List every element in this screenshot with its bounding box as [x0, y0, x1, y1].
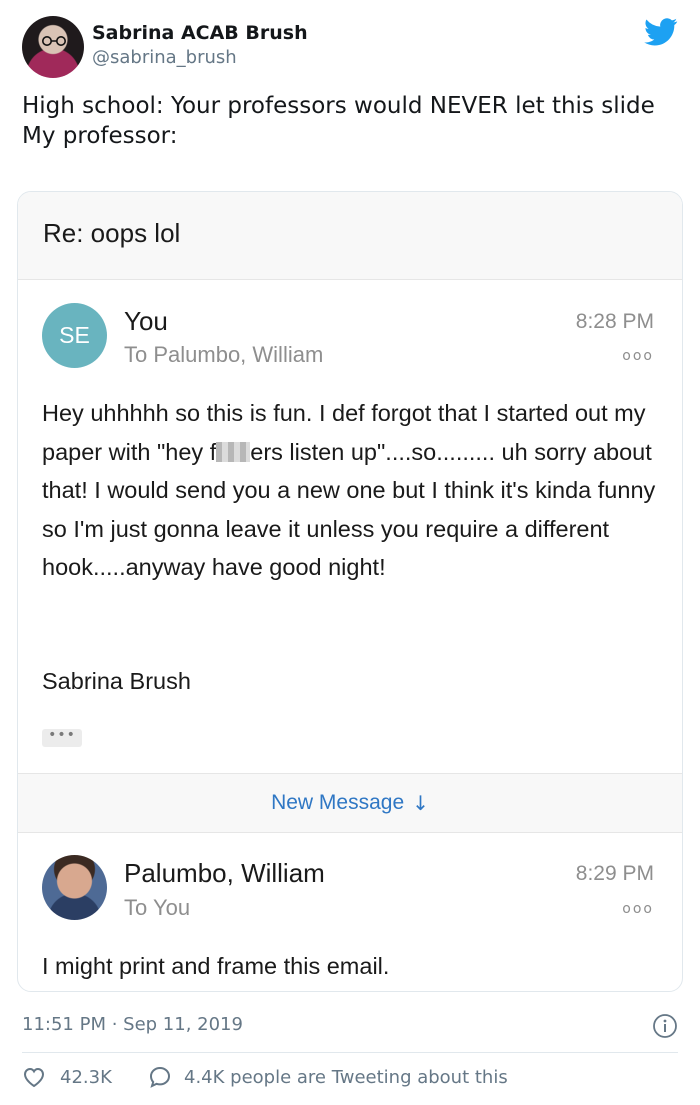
arrow-down-icon: ↓	[412, 791, 429, 815]
reply-bubble-icon[interactable]	[148, 1065, 172, 1089]
message1-time: 8:28 PM	[575, 310, 654, 333]
message2-from: Palumbo, William	[124, 858, 325, 888]
email-subject-bar: Re: oops lol	[18, 192, 682, 280]
tweet-timestamp[interactable]: 11:51 PM · Sep 11, 2019	[22, 1014, 243, 1035]
new-message-label: New Message	[271, 791, 405, 814]
author-name[interactable]: Sabrina ACAB Brush	[92, 22, 308, 44]
sender-avatar-photo	[42, 855, 107, 920]
message2-time: 8:29 PM	[575, 862, 654, 885]
info-icon[interactable]	[652, 1013, 678, 1039]
email-screenshot[interactable]: Re: oops lol SE You To Palumbo, William …	[17, 191, 683, 992]
message1-signature: Sabrina Brush	[42, 668, 191, 694]
message2-body: I might print and frame this email.	[42, 953, 390, 979]
tweet-text-line2: My professor:	[22, 123, 178, 149]
author-avatar[interactable]	[22, 16, 84, 78]
censor-pixelation	[216, 441, 251, 462]
message1-more-icon: ooo	[622, 348, 654, 364]
message2-to: To You	[124, 895, 191, 920]
tweet-text: High school: Your professors would NEVER…	[22, 91, 672, 151]
message2-more-icon: ooo	[622, 901, 654, 917]
message1-body: Hey uhhhhh so this is fun. I def forgot …	[42, 394, 662, 587]
new-message-bar: New Message ↓	[18, 773, 682, 833]
sender-avatar-initials: SE	[42, 303, 107, 368]
tweet-text-line1: High school: Your professors would NEVER…	[22, 93, 655, 119]
tweet-card: Sabrina ACAB Brush @sabrina_brush High s…	[0, 0, 700, 1105]
author-handle[interactable]: @sabrina_brush	[92, 47, 237, 68]
footer-divider	[22, 1052, 678, 1053]
glasses-graphic	[42, 36, 66, 46]
heart-icon[interactable]	[22, 1066, 46, 1088]
like-count[interactable]: 42.3K	[60, 1067, 112, 1088]
trimmed-content-icon: •••	[42, 728, 82, 747]
tweeting-about-count[interactable]: 4.4K people are Tweeting about this	[184, 1067, 508, 1088]
twitter-bird-icon[interactable]	[644, 18, 678, 46]
message1-to: To Palumbo, William	[124, 342, 324, 367]
message1-from: You	[124, 306, 168, 336]
email-subject: Re: oops lol	[43, 218, 181, 248]
